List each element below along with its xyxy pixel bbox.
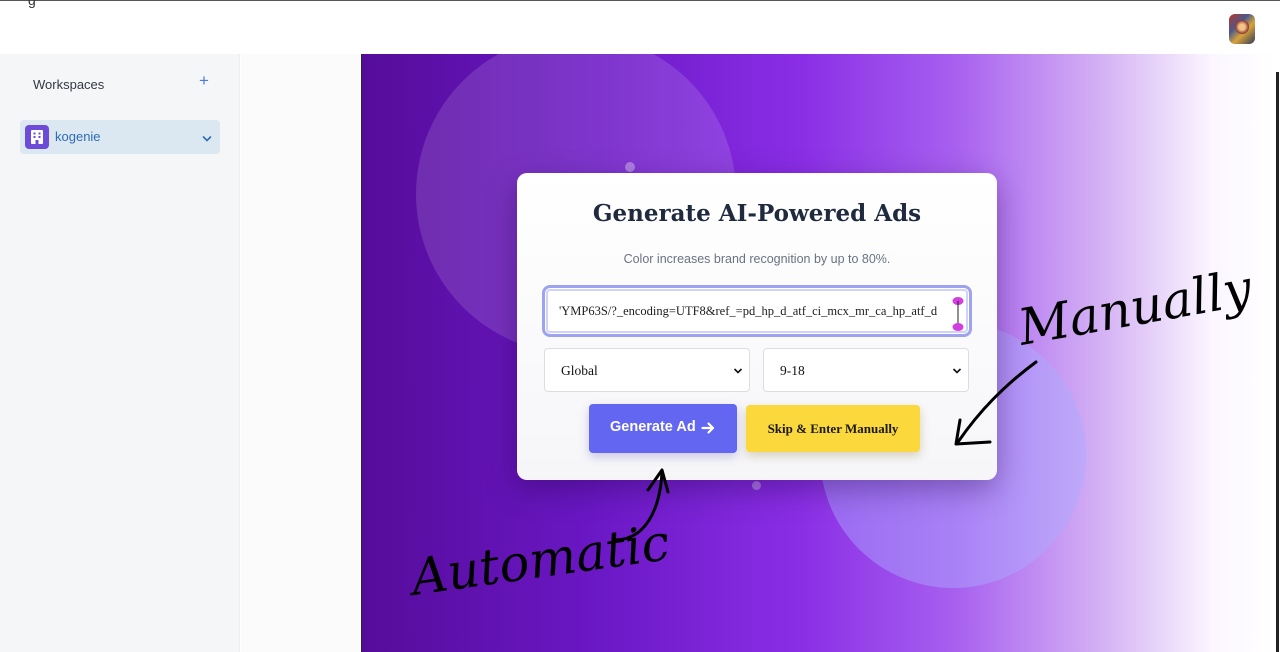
workspaces-heading: Workspaces [33, 77, 105, 92]
workspace-item-kogenie[interactable]: kogenie [20, 120, 220, 154]
decorative-dot [625, 162, 635, 172]
sidebar: Workspaces + kogenie [0, 54, 240, 652]
chevron-down-icon [733, 368, 743, 374]
header-title-fragment: g [28, 0, 36, 8]
chevron-down-icon[interactable] [202, 131, 212, 149]
user-avatar[interactable] [1229, 14, 1255, 44]
product-url-input[interactable]: 'YMP63S/?_encoding=UTF8&ref_=pd_hp_d_atf… [542, 285, 972, 337]
generate-ad-card: Generate AI-Powered Ads Color increases … [517, 173, 997, 480]
url-input-value: 'YMP63S/?_encoding=UTF8&ref_=pd_hp_d_atf… [559, 304, 938, 318]
age-select-value: 9-18 [780, 363, 805, 378]
generate-ad-button[interactable]: Generate Ad [589, 404, 737, 453]
workspace-name: kogenie [55, 129, 101, 144]
add-workspace-button[interactable]: + [196, 72, 212, 89]
text-cursor-handle-icon[interactable] [952, 296, 964, 332]
content-gutter [241, 54, 361, 652]
region-select[interactable]: Global [544, 348, 750, 392]
skip-enter-manually-button[interactable]: Skip & Enter Manually [746, 405, 920, 452]
card-subtitle: Color increases brand recognition by up … [623, 252, 891, 266]
chevron-down-icon [952, 368, 962, 374]
building-icon [25, 125, 49, 149]
page-right-border [1276, 72, 1279, 652]
generate-ad-label: Generate Ad [610, 419, 696, 435]
skip-button-label: Skip & Enter Manually [767, 421, 899, 436]
age-range-select[interactable]: 9-18 [763, 348, 969, 392]
decorative-dot [752, 481, 761, 490]
card-title: Generate AI-Powered Ads [592, 200, 922, 227]
region-select-value: Global [561, 363, 598, 378]
arrow-right-icon [701, 422, 715, 434]
top-header: g [0, 0, 1280, 54]
